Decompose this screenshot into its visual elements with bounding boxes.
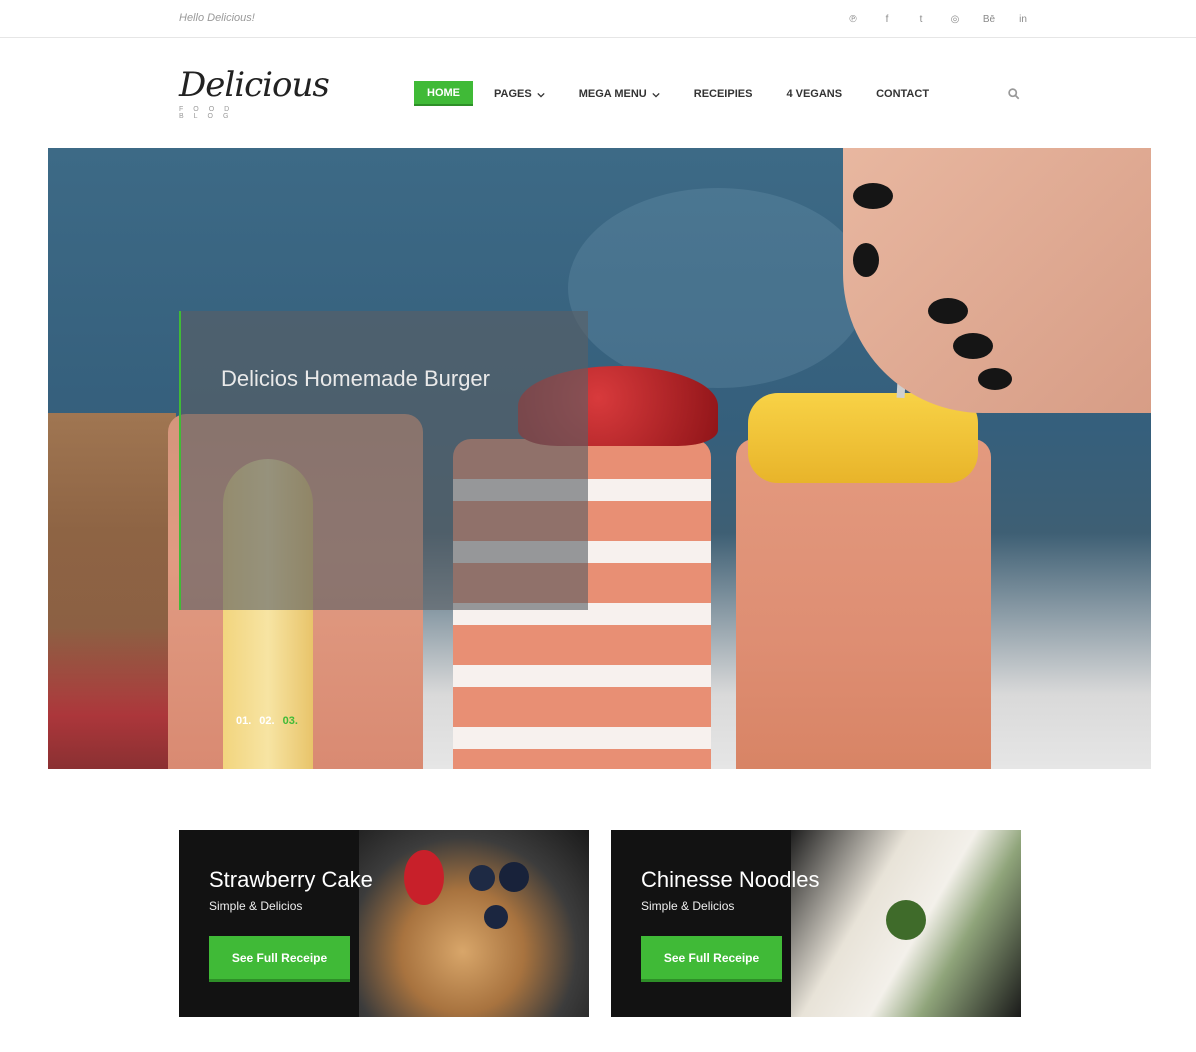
recipe-card-strawberry-cake[interactable]: Strawberry Cake Simple & Delicios See Fu… — [179, 830, 589, 1017]
hero-hand — [843, 148, 1151, 413]
main-nav: HOME PAGES MEGA MENU RECEIPIES 4 VEGANS … — [414, 81, 950, 106]
logo-tagline: FOOD BLOG — [179, 106, 240, 120]
hero-caption-panel: Delicios Homemade Burger — [179, 311, 588, 610]
top-bar: Hello Delicious! ℗ f t ◎ Bē in — [0, 0, 1196, 38]
slider-pagination: 01. 02. 03. — [236, 715, 306, 727]
nav-item-4-vegans[interactable]: 4 VEGANS — [773, 81, 855, 106]
nav-item-contact[interactable]: CONTACT — [863, 81, 942, 106]
see-full-receipe-button[interactable]: See Full Receipe — [641, 936, 782, 982]
card-title: Strawberry Cake — [209, 867, 373, 892]
hero-bg-highlight — [568, 188, 868, 388]
pinterest-icon[interactable]: ℗ — [836, 11, 870, 27]
see-full-receipe-button[interactable]: See Full Receipe — [209, 936, 350, 982]
dribbble-icon[interactable]: ◎ — [938, 11, 972, 27]
nav-item-receipies[interactable]: RECEIPIES — [681, 81, 766, 106]
chevron-down-icon — [652, 90, 660, 98]
card-subtitle: Simple & Delicios — [641, 899, 735, 913]
search-icon[interactable] — [1008, 87, 1022, 101]
hero-title: Delicios Homemade Burger — [221, 366, 490, 391]
card-title: Chinesse Noodles — [641, 867, 820, 892]
logo-name: Delicious — [179, 65, 330, 105]
greeting-text: Hello Delicious! — [179, 12, 255, 24]
behance-icon[interactable]: Bē — [972, 11, 1006, 27]
site-logo[interactable]: Delicious FOOD BLOG — [179, 65, 330, 122]
twitter-icon[interactable]: t — [904, 11, 938, 27]
slide-dot-1[interactable]: 01. — [236, 715, 251, 727]
recipe-card-chinesse-noodles[interactable]: Chinesse Noodles Simple & Delicios See F… — [611, 830, 1021, 1017]
hero-glass-right — [736, 439, 991, 769]
card-image-noodles — [791, 830, 1021, 1017]
hero-slider[interactable]: Delicios Homemade Burger 01. 02. 03. — [48, 148, 1151, 769]
nav-item-home[interactable]: HOME — [414, 81, 473, 106]
chevron-down-icon — [537, 90, 545, 98]
card-image-cake — [359, 830, 589, 1017]
nav-item-pages[interactable]: PAGES — [481, 81, 558, 106]
facebook-icon[interactable]: f — [870, 11, 904, 27]
social-links: ℗ f t ◎ Bē in — [836, 11, 1040, 27]
nav-item-mega-menu[interactable]: MEGA MENU — [566, 81, 673, 106]
slide-dot-2[interactable]: 02. — [259, 715, 274, 727]
linkedin-icon[interactable]: in — [1006, 11, 1040, 27]
slide-dot-3[interactable]: 03. — [283, 715, 298, 727]
card-subtitle: Simple & Delicios — [209, 899, 303, 913]
hero-jar-image — [48, 413, 176, 769]
